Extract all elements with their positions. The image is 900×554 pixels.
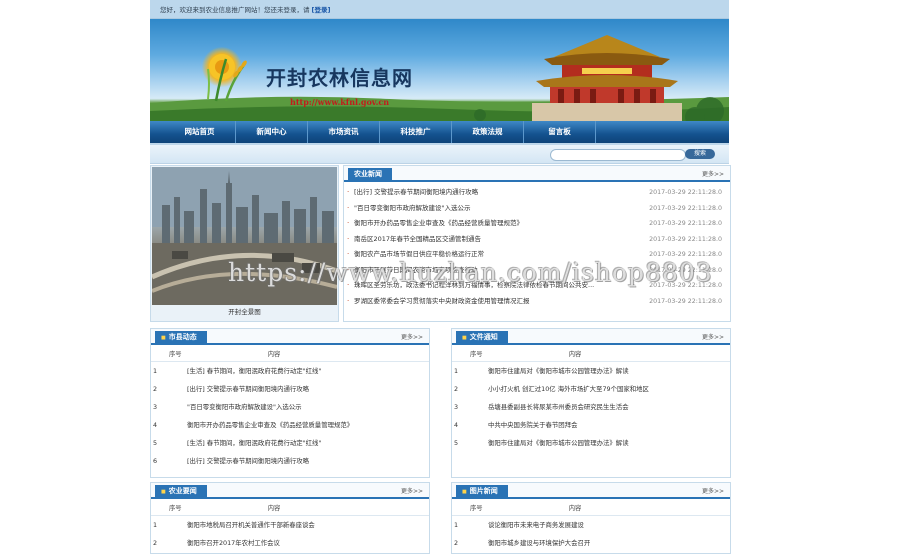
- column-header-content: 内容: [568, 350, 582, 358]
- search-bar: 搜索: [150, 145, 729, 164]
- header-banner: 开封农林信息网 http://www.kfnl.gov.cn: [150, 19, 729, 121]
- list-item[interactable]: 衡阳市开展节日期间农资市场专项检查行动2017-03-29 22:11:28.0: [344, 262, 730, 278]
- table-row[interactable]: 2 小小打火机 创汇过10亿 海外市场扩大至79个国家和地区: [452, 380, 730, 398]
- table-row[interactable]: 3 "百日零变衡阳市政府解放建设"入选公示: [151, 398, 429, 416]
- county-news-table-header: 序号 内容: [151, 345, 429, 362]
- column-header-content: 内容: [267, 504, 281, 512]
- page-container: 您好，欢迎来到农业信息推广网站！您还未登录，请 [登录] 开封农林信息网 htt…: [150, 0, 731, 554]
- table-row[interactable]: 2 衡阳市召开2017年农村工作会议: [151, 534, 429, 552]
- login-link[interactable]: [登录]: [312, 4, 331, 14]
- search-input[interactable]: [550, 149, 686, 161]
- table-row[interactable]: 2 [出行] 交警提示春节期间衡阳境内通行攻略: [151, 380, 429, 398]
- city-panorama-image[interactable]: [152, 167, 337, 305]
- table-row[interactable]: 5 衡阳市住建局对《衡阳市城市公园管理办法》解读: [452, 434, 730, 452]
- main-nav: 网站首页 新闻中心 市场资讯 科技推广 政策法规 留言板: [150, 121, 729, 145]
- farm-news-more-link[interactable]: 更多>>: [401, 486, 423, 495]
- file-notice-header: 文件通知 更多>>: [452, 329, 730, 345]
- agri-news-panel: 农业新闻 更多>> [出行] 交警提示春节期间衡阳境内通行攻略2017-03-2…: [343, 165, 731, 322]
- file-notice-more-link[interactable]: 更多>>: [702, 332, 724, 341]
- top-welcome-bar: 您好，欢迎来到农业信息推广网站！您还未登录，请 [登录]: [150, 0, 729, 19]
- list-item[interactable]: 罗湖区委常委会学习贯彻落实中央财政资金使用管理情况汇报2017-03-29 22…: [344, 293, 730, 309]
- list-item[interactable]: [出行] 交警提示春节期间衡阳境内通行攻略2017-03-29 22:11:28…: [344, 185, 730, 201]
- nav-tech-promotion[interactable]: 科技推广: [380, 121, 452, 143]
- pavilion-illustration: [532, 35, 682, 121]
- table-row[interactable]: 4 衡阳市开办药品零售企业审查及《药品经营质量管理规范》: [151, 416, 429, 434]
- farm-news-rows: 1 衡阳市地税局召开机关普通作干部新春座谈会 2 衡阳市召开2017年农村工作会议: [151, 516, 429, 552]
- farm-news-panel: 农业要闻 更多>> 序号 内容 1衡阳市地税局召开机关普通作干部新春座谈会 2衡…: [150, 482, 430, 554]
- table-row[interactable]: 5 [生活] 春节期间，衡阳泯政府花费行动定"红线": [151, 434, 429, 452]
- table-row[interactable]: 6 [出行] 交警提示春节期间衡阳境内通行攻略: [151, 452, 429, 470]
- site-name: 开封农林信息网: [266, 66, 413, 90]
- nav-policy[interactable]: 政策法规: [452, 121, 524, 143]
- photo-news-title: 图片新闻: [456, 485, 508, 497]
- list-item[interactable]: 南岳区2017年春节全国精品区交通管制通告2017-03-29 22:11:28…: [344, 231, 730, 247]
- file-notice-table-header: 序号 内容: [452, 345, 730, 362]
- agri-news-title: 农业新闻: [348, 168, 392, 180]
- file-notice-panel: 文件通知 更多>> 序号 内容 1衡阳市住建局对《衡阳市城市公园管理办法》解读 …: [451, 328, 731, 478]
- nav-news-center[interactable]: 新闻中心: [236, 121, 308, 143]
- file-notice-title: 文件通知: [456, 331, 508, 343]
- county-news-rows: 1 [生活] 春节期间，衡阳泯政府花费行动定"红线" 2 [出行] 交警提示春节期间…: [151, 362, 429, 470]
- column-header-content: 内容: [267, 350, 281, 358]
- county-news-header: 市县动态 更多>>: [151, 329, 429, 345]
- list-item[interactable]: 珠晖区圣劳乐坊，政法委书记程洋林到万福情事，检察院法律依检春节期间公共安...2…: [344, 278, 730, 294]
- agri-news-more-link[interactable]: 更多>>: [702, 169, 724, 178]
- site-url: http://www.kfnl.gov.cn: [290, 97, 390, 107]
- welcome-text: 您好，欢迎来到农业信息推广网站！您还未登录，请: [160, 6, 310, 14]
- county-news-panel: 市县动态 更多>> 序号 内容 1[生活] 春节期间，衡阳泯政府花费行动定"红线…: [150, 328, 430, 478]
- column-header-no: 序号: [169, 504, 182, 512]
- table-row[interactable]: 1 衡阳市住建局对《衡阳市城市公园管理办法》解读: [452, 362, 730, 380]
- list-item[interactable]: 衡阳市开办药品零售企业审查及《药品经营质量管理规范》2017-03-29 22:…: [344, 216, 730, 232]
- city-skyline-graphic: [152, 167, 337, 305]
- list-item[interactable]: "百日零变衡阳市政府解放建设"入选公示2017-03-29 22:11:28.0: [344, 200, 730, 216]
- table-row[interactable]: 2 衡阳市城乡建设与环境保护大会召开: [452, 534, 730, 552]
- table-row[interactable]: 1 衡阳市地税局召开机关普通作干部新春座谈会: [151, 516, 429, 534]
- search-button[interactable]: 搜索: [685, 149, 715, 159]
- table-row[interactable]: 3 岳塘县委副县长将尿某市州委员会研究民生生活会: [452, 398, 730, 416]
- table-row[interactable]: 1 [生活] 春节期间，衡阳泯政府花费行动定"红线": [151, 362, 429, 380]
- list-item[interactable]: 衡阳农产品市场节假日供应平稳价格运行正常2017-03-29 22:11:28.…: [344, 247, 730, 263]
- nav-message-board[interactable]: 留言板: [524, 121, 596, 143]
- wheat-logo-icon: [207, 54, 247, 102]
- farm-news-table-header: 序号 内容: [151, 499, 429, 516]
- agri-news-header: 农业新闻 更多>>: [344, 166, 730, 182]
- agri-news-list: [出行] 交警提示春节期间衡阳境内通行攻略2017-03-29 22:11:28…: [344, 182, 730, 309]
- farm-news-title: 农业要闻: [155, 485, 207, 497]
- featured-photo-panel: 开封全景图: [150, 165, 339, 322]
- nav-market-info[interactable]: 市场资讯: [308, 121, 380, 143]
- column-header-no: 序号: [470, 350, 483, 358]
- column-header-no: 序号: [470, 504, 483, 512]
- county-news-more-link[interactable]: 更多>>: [401, 332, 423, 341]
- photo-news-header: 图片新闻 更多>>: [452, 483, 730, 499]
- farm-news-header: 农业要闻 更多>>: [151, 483, 429, 499]
- nav-home[interactable]: 网站首页: [164, 121, 236, 143]
- column-header-no: 序号: [169, 350, 182, 358]
- photo-news-panel: 图片新闻 更多>> 序号 内容 1谈论衡阳市未来电子商务发展建设 2衡阳市城乡建…: [451, 482, 731, 554]
- file-notice-rows: 1 衡阳市住建局对《衡阳市城市公园管理办法》解读 2 小小打火机 创汇过10亿 海外…: [452, 362, 730, 452]
- table-row[interactable]: 1 谈论衡阳市未来电子商务发展建设: [452, 516, 730, 534]
- photo-news-table-header: 序号 内容: [452, 499, 730, 516]
- column-header-content: 内容: [568, 504, 582, 512]
- county-news-title: 市县动态: [155, 331, 207, 343]
- featured-photo-caption: 开封全景图: [228, 308, 261, 316]
- table-row[interactable]: 4 中共中央国务院关于春节团拜会: [452, 416, 730, 434]
- photo-news-more-link[interactable]: 更多>>: [702, 486, 724, 495]
- photo-news-rows: 1 谈论衡阳市未来电子商务发展建设 2 衡阳市城乡建设与环境保护大会召开: [452, 516, 730, 552]
